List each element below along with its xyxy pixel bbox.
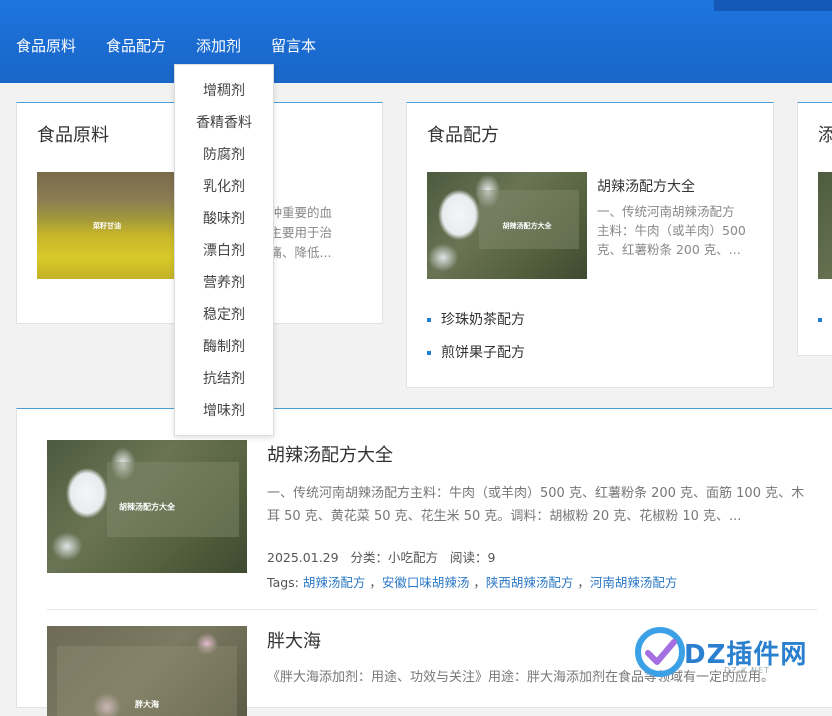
card-snippet-title[interactable]: 胡辣汤配方大全 (597, 176, 695, 196)
site-header: 食品原料 食品配方 添加剂 留言本 (0, 0, 832, 83)
list-item[interactable]: 煎饼果子配方 (427, 343, 525, 376)
dz-watermark-logo: DZ插件网 DZ-X.NET (632, 622, 832, 695)
article-category[interactable]: 小吃配方 (388, 550, 438, 565)
nav-item-ingredients[interactable]: 食品原料 (16, 36, 76, 56)
article-reads: 9 (487, 550, 496, 565)
dropdown-item-flavoring[interactable]: 香精香料 (175, 107, 273, 139)
dropdown-item-enzyme[interactable]: 酶制剂 (175, 331, 273, 363)
thumbnail-overlay (107, 462, 239, 537)
category-label: 分类： (350, 550, 389, 565)
additives-dropdown-menu: 增稠剂 香精香料 防腐剂 乳化剂 酸味剂 漂白剂 营养剂 稳定剂 酶制剂 抗结剂… (174, 64, 274, 436)
article-excerpt: 一、传统河南胡辣汤配方主料：牛肉（或羊肉）500 克、红薯粉条 200 克、面筋… (267, 486, 805, 524)
card-thumbnail[interactable]: 菜籽甘油 (37, 172, 177, 279)
tags-label: Tags: (267, 575, 299, 590)
tag-link[interactable]: 胡辣汤配方 (303, 575, 366, 590)
card-link-list (818, 310, 832, 343)
article-meta: 2025.01.29 分类：小吃配方 阅读：9 (267, 547, 495, 566)
thumbnail-overlay (479, 190, 579, 249)
thumbnail-caption: 胡辣汤配方大全 (119, 502, 175, 511)
article-thumbnail[interactable]: 胖大海 (47, 626, 247, 716)
thumbnail-caption: 胖大海 (135, 700, 159, 709)
header-accent-bar (714, 0, 832, 11)
card-title: 食品原料 (37, 125, 109, 146)
card-snippet-line: 克、红薯粉条 200 克、... (597, 242, 741, 257)
check-icon (635, 627, 685, 677)
dropdown-item-acidulant[interactable]: 酸味剂 (175, 203, 273, 235)
dropdown-item-nutrient[interactable]: 营养剂 (175, 267, 273, 299)
card-link-list: 珍珠奶茶配方 煎饼果子配方 (427, 310, 525, 376)
category-card-additives: 添 (797, 102, 832, 356)
nav-item-recipes[interactable]: 食品配方 (106, 36, 166, 56)
card-snippet-line: 主料：牛肉（或羊肉）500 (597, 223, 746, 238)
dropdown-item-preservative[interactable]: 防腐剂 (175, 139, 273, 171)
reads-label: 阅读： (449, 550, 488, 565)
card-title: 添 (818, 125, 832, 146)
list-item[interactable]: 珍珠奶茶配方 (427, 310, 525, 343)
card-snippet-line: 一、传统河南胡辣汤配方 (597, 204, 735, 219)
dropdown-item-stabilizer[interactable]: 稳定剂 (175, 299, 273, 331)
list-item[interactable] (818, 310, 832, 343)
thumbnail-caption: 胡辣汤配方大全 (502, 221, 552, 230)
thumbnail-caption: 菜籽甘油 (93, 221, 121, 230)
card-title: 食品配方 (427, 125, 499, 146)
article-thumbnail[interactable]: 胡辣汤配方大全 (47, 440, 247, 573)
dropdown-item-thickener[interactable]: 增稠剂 (175, 75, 273, 107)
watermark-subtext: DZ-X.NET (724, 666, 770, 675)
tag-link[interactable]: 陕西胡辣汤配方 (486, 575, 574, 590)
card-thumbnail[interactable]: 胡辣汤配方大全 (427, 172, 587, 279)
nav-item-additives[interactable]: 添加剂 (196, 36, 241, 56)
dropdown-item-emulsifier[interactable]: 乳化剂 (175, 171, 273, 203)
nav-item-guestbook[interactable]: 留言本 (271, 36, 316, 56)
main-nav: 食品原料 食品配方 添加剂 留言本 (16, 36, 346, 56)
dropdown-item-anticaking[interactable]: 抗结剂 (175, 363, 273, 395)
article-title[interactable]: 胡辣汤配方大全 (267, 441, 393, 467)
dropdown-item-bleach[interactable]: 漂白剂 (175, 235, 273, 267)
tag-link[interactable]: 河南胡辣汤配方 (590, 575, 678, 590)
article-date: 2025.01.29 (267, 550, 339, 565)
category-card-recipes: 食品配方 胡辣汤配方大全 胡辣汤配方大全 一、传统河南胡辣汤配方 主料：牛肉（或… (406, 102, 774, 388)
article-tags: Tags: 胡辣汤配方 ，安徽口味胡辣汤 ，陕西胡辣汤配方 ，河南胡辣汤配方 (267, 575, 678, 590)
dropdown-item-flavor-enhancer[interactable]: 增味剂 (175, 395, 273, 427)
article-divider (47, 609, 817, 610)
tag-link[interactable]: 安徽口味胡辣汤 (382, 575, 470, 590)
card-thumbnail[interactable] (818, 172, 832, 279)
article-title[interactable]: 胖大海 (267, 627, 321, 653)
